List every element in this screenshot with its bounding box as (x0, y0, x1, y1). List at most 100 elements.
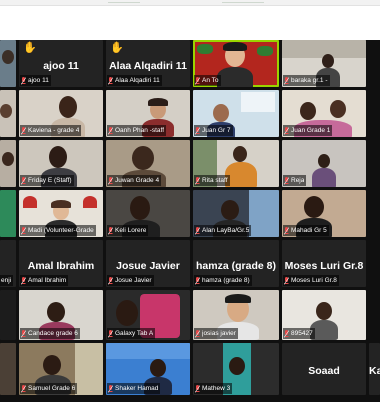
muted-mic-icon (108, 329, 113, 338)
participant-tile[interactable]: Juwan Grade 4 (106, 140, 190, 187)
participant-name-label: Keli Lorere (107, 225, 149, 236)
participant-display-name: Amal Ibrahim (27, 259, 95, 272)
participant-tile[interactable]: Josue Javier Josue Javier (106, 240, 190, 287)
participant-tile[interactable]: Keli Lorere (106, 190, 190, 237)
participant-name-label: hamza (grade 8) (194, 275, 252, 286)
participant-tile[interactable]: Friday E (Staff) (19, 140, 103, 187)
muted-mic-icon (21, 329, 26, 338)
participant-name-label: Oanh Phan -staff (107, 125, 167, 136)
participant-tile[interactable]: 895427 (282, 290, 366, 340)
participant-name-label: Samuel Grade 6 (20, 383, 78, 394)
participant-name-label: Juan Grade 1 (283, 125, 333, 136)
participant-name-label: Mahadi Gr 5 (283, 225, 329, 236)
participant-tile[interactable]: Soaad (282, 343, 366, 395)
participant-tile[interactable]: Shaker Hamad (106, 343, 190, 395)
participant-name-label: Reja (283, 175, 307, 186)
participant-name-label: Madi (Volunteer-Grade (20, 225, 96, 236)
participant-name-label: Juwan Grade 4 (107, 175, 162, 186)
participant-tile[interactable]: Reja (282, 140, 366, 187)
participant-tile[interactable]: Amal Ibrahim Amal Ibrahim (19, 240, 103, 287)
participant-tile[interactable]: josias javier (193, 290, 279, 340)
participant-display-name: hamza (grade 8) (196, 259, 276, 272)
participant-tile[interactable] (0, 40, 16, 87)
participant-name-label: Moses Luri Gr.8 (283, 275, 339, 286)
participant-display-name: Josue Javier (116, 259, 180, 272)
participant-tile[interactable]: Juan Gr 7 (193, 90, 279, 137)
muted-mic-icon (284, 226, 289, 235)
participant-name-label: An To (194, 75, 221, 86)
muted-mic-icon (108, 76, 113, 85)
participant-tile-active-speaker[interactable]: An To (193, 40, 279, 87)
muted-mic-icon (108, 126, 113, 135)
muted-mic-icon (195, 126, 200, 135)
muted-mic-icon (108, 226, 113, 235)
participant-tile[interactable]: Candace grade 6 (19, 290, 103, 340)
muted-mic-icon (108, 176, 113, 185)
participant-tile[interactable]: Moses Luri Gr.8 Moses Luri Gr.8 (282, 240, 366, 287)
participant-name-label: Alaa Alqadiri 11 (107, 75, 162, 86)
participant-tile[interactable]: Juan Grade 1 (282, 90, 366, 137)
participant-tile[interactable] (0, 90, 16, 137)
participant-tile[interactable] (0, 190, 16, 237)
participant-name-label: Friday E (Staff) (20, 175, 74, 186)
muted-mic-icon (21, 76, 26, 85)
participant-tile[interactable]: ✋ Alaa Alqadiri 11 Alaa Alqadiri 11 (106, 40, 190, 87)
participant-name-label: baraka gr.1 - (283, 75, 330, 86)
participant-tile[interactable] (0, 343, 16, 395)
muted-mic-icon (108, 276, 113, 285)
muted-mic-icon (195, 329, 200, 338)
participant-tile[interactable]: Ka (369, 343, 380, 395)
muted-mic-icon (21, 226, 26, 235)
muted-mic-icon (284, 176, 289, 185)
participant-tile[interactable] (0, 140, 16, 187)
participant-name-label: 895427 (283, 328, 315, 339)
participant-name-label: Candace grade 6 (20, 328, 80, 339)
participant-name-label: josias javier (194, 328, 238, 339)
participant-name-label: enji (0, 275, 14, 286)
participant-tile[interactable]: Alan LayBa/Gr.5 (193, 190, 279, 237)
participant-display-name: ajoo 11 (43, 59, 79, 72)
participant-tile[interactable]: Samuel Grade 6 (19, 343, 103, 395)
muted-mic-icon (21, 126, 26, 135)
participant-name-label: Shaker Hamad (107, 383, 161, 394)
participant-tile[interactable]: Oanh Phan -staff (106, 90, 190, 137)
participant-tile[interactable]: ✋ ajoo 11 ajoo 11 (19, 40, 103, 87)
participant-tile[interactable]: enji (0, 240, 16, 287)
muted-mic-icon (284, 76, 289, 85)
muted-mic-icon (284, 126, 289, 135)
participant-tile[interactable]: Madi (Volunteer-Grade (19, 190, 103, 237)
participant-name-label: Rita staff (194, 175, 230, 186)
participant-tile[interactable]: Galaxy Tab A (106, 290, 190, 340)
muted-mic-icon (195, 226, 200, 235)
participant-name-label: Josue Javier (107, 275, 154, 286)
participant-name-label: Amal Ibrahim (20, 275, 69, 286)
participant-display-name: Soaad (308, 364, 340, 377)
muted-mic-icon (284, 329, 289, 338)
muted-mic-icon (21, 384, 26, 393)
participant-display-name: Alaa Alqadiri 11 (109, 59, 187, 72)
muted-mic-icon (195, 76, 200, 85)
participant-name-label: Juan Gr 7 (194, 125, 233, 136)
raised-hand-icon: ✋ (110, 42, 124, 54)
participant-name-label: Kaviena - grade 4 (20, 125, 82, 136)
participant-display-name: Ka (369, 364, 380, 377)
muted-mic-icon (195, 276, 200, 285)
participant-name-label: ajoo 11 (20, 75, 51, 86)
raised-hand-icon: ✋ (23, 42, 37, 54)
zoom-gallery-screenshot: ✋ ajoo 11 ajoo 11 ✋ Alaa Alqadiri 11 Ala… (0, 0, 380, 403)
muted-mic-icon (108, 384, 113, 393)
participant-tile[interactable]: baraka gr.1 - (282, 40, 366, 87)
participant-tile[interactable] (0, 290, 16, 340)
participant-name-label: Mathew 3 (194, 383, 233, 394)
participant-tile[interactable]: Rita staff (193, 140, 279, 187)
participant-tile[interactable]: hamza (grade 8) hamza (grade 8) (193, 240, 279, 287)
muted-mic-icon (195, 176, 200, 185)
participant-display-name: Moses Luri Gr.8 (284, 259, 364, 272)
participant-tile[interactable]: Mahadi Gr 5 (282, 190, 366, 237)
participant-name-label: Alan LayBa/Gr.5 (194, 225, 252, 236)
participant-tile[interactable]: Mathew 3 (193, 343, 279, 395)
window-top-strip (0, 0, 380, 6)
participant-name-label: Galaxy Tab A (107, 328, 156, 339)
participant-tile[interactable]: Kaviena - grade 4 (19, 90, 103, 137)
muted-mic-icon (21, 176, 26, 185)
